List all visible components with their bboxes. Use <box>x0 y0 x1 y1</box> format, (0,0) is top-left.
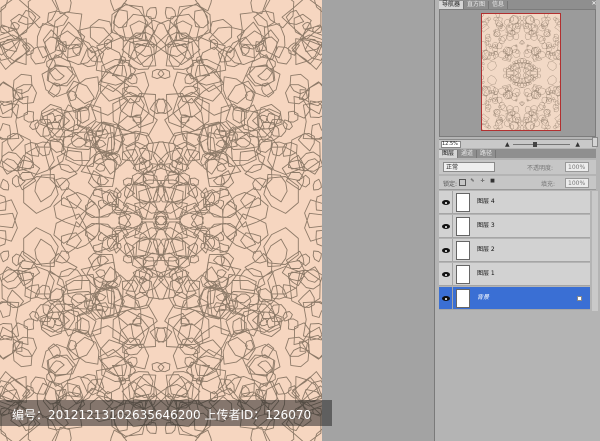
watermark-bar: 编号：20121213102635646200 上传者ID：126070 <box>0 400 332 426</box>
layer-row[interactable]: 图层 4 <box>439 191 590 214</box>
blend-row: 正常 不透明度: 100% <box>439 160 596 174</box>
marble-pattern-image <box>0 0 322 441</box>
zoom-slider-knob[interactable] <box>533 142 537 147</box>
lock-transparent-icon[interactable] <box>459 179 466 186</box>
navigator-preview <box>439 9 596 137</box>
panel-menu-icon[interactable]: ✕ <box>590 0 598 8</box>
visibility-toggle[interactable] <box>439 215 453 238</box>
right-panel-dock: 导航器 直方图 信息 ✕ 12.5% ▲ ▲ 图层 通道 路径 正常 不透明度:… <box>434 0 600 441</box>
opacity-field[interactable]: 100% <box>565 162 589 172</box>
pattern-lines <box>482 14 560 130</box>
layer-lock-icon <box>577 296 582 301</box>
lock-all-icon[interactable]: ■ <box>489 179 496 186</box>
layer-row-selected[interactable]: 背景 <box>439 287 590 310</box>
image-canvas[interactable] <box>0 0 322 441</box>
layers-list: 图层 4 图层 3 图层 2 图层 1 背景 <box>439 191 590 311</box>
tab-paths[interactable]: 路径 <box>477 150 497 158</box>
layer-name: 图层 2 <box>477 246 495 253</box>
watermark-text: 编号：20121213102635646200 上传者ID：126070 <box>12 408 312 422</box>
tab-layers[interactable]: 图层 <box>439 150 459 158</box>
layer-thumbnail <box>456 241 470 260</box>
lock-brush-icon[interactable]: ✎ <box>469 179 476 186</box>
layer-thumbnail <box>456 265 470 284</box>
layer-name: 背景 <box>477 294 490 301</box>
navigator-zoom-row: 12.5% ▲ ▲ <box>439 139 596 148</box>
layer-row[interactable]: 图层 1 <box>439 263 590 286</box>
zoom-slider[interactable] <box>513 142 570 147</box>
layer-row[interactable]: 图层 2 <box>439 239 590 262</box>
layer-thumbnail <box>456 217 470 236</box>
lock-row: 锁定: ✎ ✛ ■ 填充: 100% <box>439 176 596 190</box>
eye-icon <box>442 272 450 277</box>
visibility-toggle[interactable] <box>439 263 453 286</box>
tab-channels[interactable]: 通道 <box>458 150 478 158</box>
layer-name: 图层 1 <box>477 270 495 277</box>
layer-thumbnail <box>456 193 470 212</box>
visibility-toggle[interactable] <box>439 191 453 214</box>
fill-label: 填充: <box>541 181 556 188</box>
navigator-thumbnail[interactable] <box>481 13 561 131</box>
opacity-label: 不透明度: <box>527 165 554 172</box>
zoom-in-icon[interactable]: ▲ <box>575 141 580 148</box>
pattern-lines <box>0 0 322 441</box>
zoom-out-icon[interactable]: ▲ <box>505 141 510 148</box>
visibility-toggle[interactable] <box>439 239 453 262</box>
lock-move-icon[interactable]: ✛ <box>479 179 486 186</box>
layers-tab-bar: 图层 通道 路径 <box>439 149 596 158</box>
tab-navigator[interactable]: 导航器 <box>439 1 465 9</box>
eye-icon <box>442 296 450 301</box>
visibility-toggle[interactable] <box>439 287 453 310</box>
navigator-tab-bar: 导航器 直方图 信息 <box>439 0 596 9</box>
layer-row[interactable]: 图层 3 <box>439 215 590 238</box>
layers-scrollbar[interactable] <box>592 191 598 311</box>
layer-thumbnail <box>456 289 470 308</box>
eye-icon <box>442 248 450 253</box>
fill-field[interactable]: 100% <box>565 178 589 188</box>
lock-label: 锁定: <box>443 181 458 188</box>
document-workspace <box>0 0 434 441</box>
tab-histogram[interactable]: 直方图 <box>464 1 490 9</box>
blend-mode-select[interactable]: 正常 <box>443 162 495 172</box>
tab-info[interactable]: 信息 <box>489 1 509 9</box>
layer-name: 图层 4 <box>477 198 495 205</box>
eye-icon <box>442 224 450 229</box>
eye-icon <box>442 200 450 205</box>
zoom-field[interactable]: 12.5% <box>441 141 461 148</box>
layer-name: 图层 3 <box>477 222 495 229</box>
scrollbar-arrow[interactable] <box>592 137 598 147</box>
thumbnail-pattern <box>482 14 560 130</box>
